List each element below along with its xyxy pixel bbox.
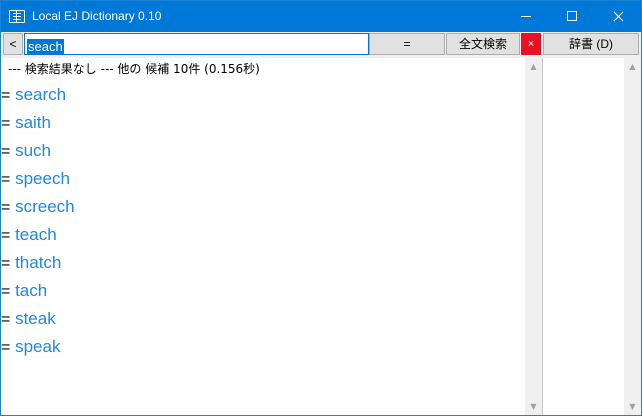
app-window: Local EJ Dictionary 0.10 < seach = 全文検索 …	[0, 0, 642, 416]
candidate-link[interactable]: teach	[15, 225, 57, 244]
candidate-link[interactable]: speak	[15, 337, 60, 356]
list-item: = such	[1, 137, 75, 165]
list-item: = teach	[1, 221, 75, 249]
maximize-button[interactable]	[549, 1, 595, 32]
list-item: = search	[1, 81, 75, 109]
side-panel-scrollbar[interactable]: ▲ ▼	[624, 58, 641, 415]
candidate-prefix: =	[1, 171, 11, 188]
candidate-list: = search = saith = such = speech = scree…	[1, 81, 75, 361]
candidate-prefix: =	[1, 339, 11, 356]
results-pane: --- 検索結果なし --- 他の 候補 10件 (0.156秒) = sear…	[1, 58, 525, 415]
title-bar[interactable]: Local EJ Dictionary 0.10	[1, 1, 641, 32]
candidate-prefix: =	[1, 199, 11, 216]
candidate-prefix: =	[1, 87, 11, 104]
dictionary-button[interactable]: 辞書 (D)	[543, 33, 639, 55]
candidate-link[interactable]: such	[15, 141, 51, 160]
scroll-down-icon[interactable]: ▼	[529, 402, 538, 411]
list-item: = tach	[1, 277, 75, 305]
candidate-link[interactable]: tach	[15, 281, 47, 300]
candidate-prefix: =	[1, 115, 11, 132]
list-item: = saith	[1, 109, 75, 137]
back-button[interactable]: <	[3, 33, 23, 55]
search-status: --- 検索結果なし --- 他の 候補 10件 (0.156秒)	[8, 62, 260, 76]
search-toolbar: < seach = 全文検索 × 辞書 (D)	[1, 32, 641, 58]
scroll-up-icon[interactable]: ▲	[628, 62, 637, 71]
minimize-button[interactable]	[503, 1, 549, 32]
list-item: = screech	[1, 193, 75, 221]
dictionary-icon	[9, 10, 25, 23]
candidate-link[interactable]: steak	[15, 309, 56, 328]
candidate-prefix: =	[1, 311, 11, 328]
list-item: = steak	[1, 305, 75, 333]
list-item: = speech	[1, 165, 75, 193]
window-title: Local EJ Dictionary 0.10	[32, 9, 162, 23]
candidate-prefix: =	[1, 227, 11, 244]
results-scrollbar[interactable]: ▲ ▼	[525, 58, 542, 415]
candidate-link[interactable]: search	[15, 85, 66, 104]
candidate-prefix: =	[1, 255, 11, 272]
close-window-button[interactable]	[595, 1, 641, 32]
candidate-link[interactable]: speech	[15, 169, 70, 188]
candidate-link[interactable]: saith	[15, 113, 51, 132]
scroll-up-icon[interactable]: ▲	[529, 62, 538, 71]
scroll-down-icon[interactable]: ▼	[628, 402, 637, 411]
candidate-prefix: =	[1, 143, 11, 160]
dictionary-side-panel	[542, 58, 624, 415]
candidate-link[interactable]: screech	[15, 197, 75, 216]
list-item: = thatch	[1, 249, 75, 277]
search-input[interactable]: seach	[24, 33, 369, 55]
exact-match-button[interactable]: =	[369, 33, 445, 55]
clear-search-button[interactable]: ×	[521, 33, 541, 55]
search-input-value: seach	[27, 39, 64, 55]
candidate-prefix: =	[1, 283, 11, 300]
list-item: = speak	[1, 333, 75, 361]
full-text-search-button[interactable]: 全文検索	[446, 33, 520, 55]
candidate-link[interactable]: thatch	[15, 253, 61, 272]
